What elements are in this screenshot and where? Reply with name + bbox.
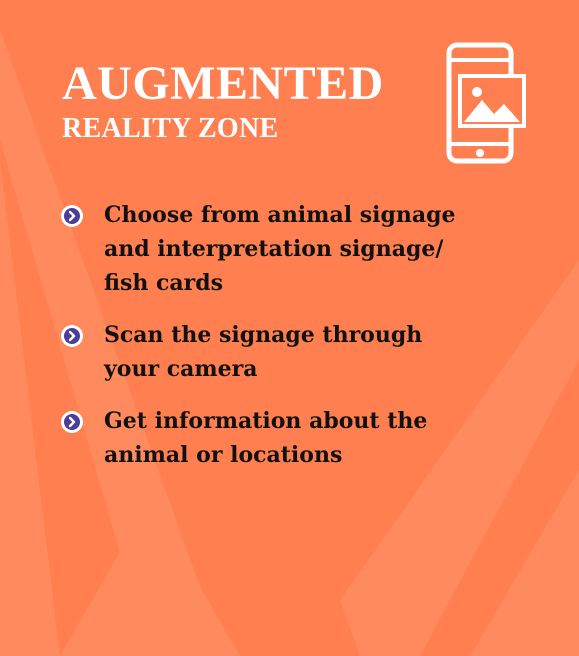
step-item: Choose from animal signage and interpret… xyxy=(60,198,480,300)
phone-image-icon xyxy=(446,42,526,164)
steps-list: Choose from animal signage and interpret… xyxy=(60,198,480,490)
chevron-right-circle-icon xyxy=(61,325,83,347)
page-title: AUGMENTED xyxy=(62,57,384,110)
step-text: Scan the signage through your camera xyxy=(104,322,423,382)
step-item: Get information about the animal or loca… xyxy=(60,404,480,472)
chevron-right-circle-icon xyxy=(61,205,83,227)
step-item: Scan the signage through your camera xyxy=(60,318,480,386)
step-text: Choose from animal signage and interpret… xyxy=(104,202,456,296)
ar-zone-card: AUGMENTED REALITY ZONE Choose from anima… xyxy=(0,0,579,656)
background-stripe xyxy=(60,500,240,656)
step-text: Get information about the animal or loca… xyxy=(104,408,428,468)
chevron-right-circle-icon xyxy=(61,411,83,433)
page-subtitle: REALITY ZONE xyxy=(62,113,279,144)
